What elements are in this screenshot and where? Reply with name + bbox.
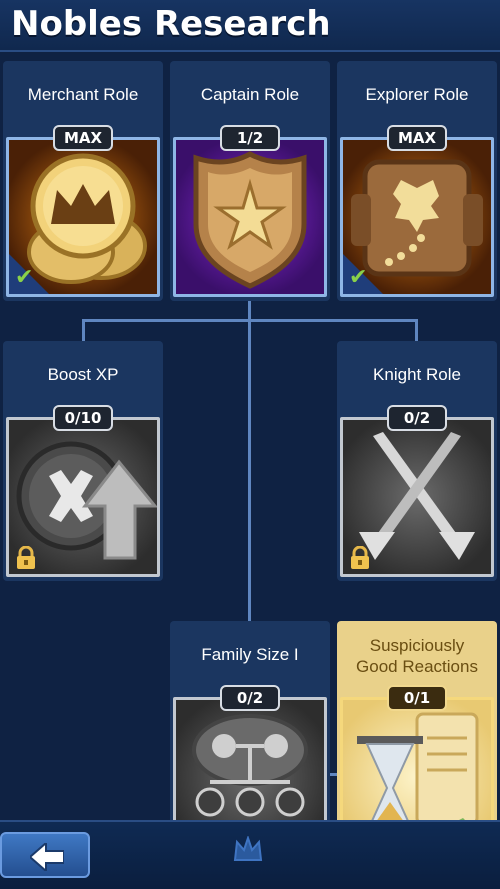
research-card-captain-role[interactable]: Captain Role 1/2: [170, 61, 330, 301]
card-title-line1: Suspiciously: [369, 636, 465, 655]
sheriff-badge-icon: [193, 151, 307, 289]
card-title: Boost XP: [47, 365, 119, 384]
research-card-family-size[interactable]: Family Size I 0/2: [170, 621, 330, 820]
card-title: Suspiciously Good Reactions: [337, 635, 497, 677]
level-badge: 0/10: [53, 405, 113, 431]
card-image-frame: [6, 417, 160, 577]
back-button[interactable]: [0, 832, 90, 878]
crown-icon: [233, 836, 263, 861]
check-icon: ✔: [349, 265, 368, 290]
footer-bar: [0, 820, 500, 889]
back-arrow-icon: [30, 843, 64, 871]
card-image-frame: [340, 697, 494, 820]
family-tree-icon: [192, 714, 308, 817]
hourglass-scroll-icon: [357, 712, 479, 820]
page-title: Nobles Research: [11, 4, 331, 44]
card-title: Merchant Role: [27, 85, 139, 104]
connector-line: [82, 319, 85, 343]
card-title: Family Size I: [201, 645, 299, 664]
connector-line: [82, 319, 418, 322]
research-card-suspiciously-good-reactions[interactable]: Suspiciously Good Reactions 0/1: [337, 621, 497, 820]
research-card-boost-xp[interactable]: Boost XP 0/10: [3, 341, 163, 581]
card-title-line2: Good Reactions: [356, 657, 478, 676]
card-image-frame: [173, 137, 327, 297]
card-image-frame: [173, 697, 327, 820]
connector-line: [415, 319, 418, 343]
connector-line: [248, 292, 251, 622]
level-badge: MAX: [387, 125, 447, 151]
card-image-frame: [340, 417, 494, 577]
lock-icon: [351, 546, 369, 569]
card-title: Captain Role: [200, 85, 300, 104]
research-card-knight-role[interactable]: Knight Role 0/2: [337, 341, 497, 581]
level-badge: 0/2: [220, 685, 280, 711]
level-badge: 1/2: [220, 125, 280, 151]
card-image-frame: ✔: [6, 137, 160, 297]
card-title: Knight Role: [373, 365, 461, 384]
research-board[interactable]: Merchant Role MAX ✔ Captain Role 1/2 Exp…: [0, 52, 500, 820]
level-badge: MAX: [53, 125, 113, 151]
card-image-frame: ✔: [340, 137, 494, 297]
card-title: Explorer Role: [365, 85, 469, 104]
research-card-merchant-role[interactable]: Merchant Role MAX ✔: [3, 61, 163, 301]
header: Nobles Research: [0, 0, 500, 52]
level-badge: 0/2: [387, 405, 447, 431]
check-icon: ✔: [15, 265, 34, 290]
level-badge: 0/1: [387, 685, 447, 711]
research-card-explorer-role[interactable]: Explorer Role MAX ✔: [337, 61, 497, 301]
lock-icon: [17, 546, 35, 569]
